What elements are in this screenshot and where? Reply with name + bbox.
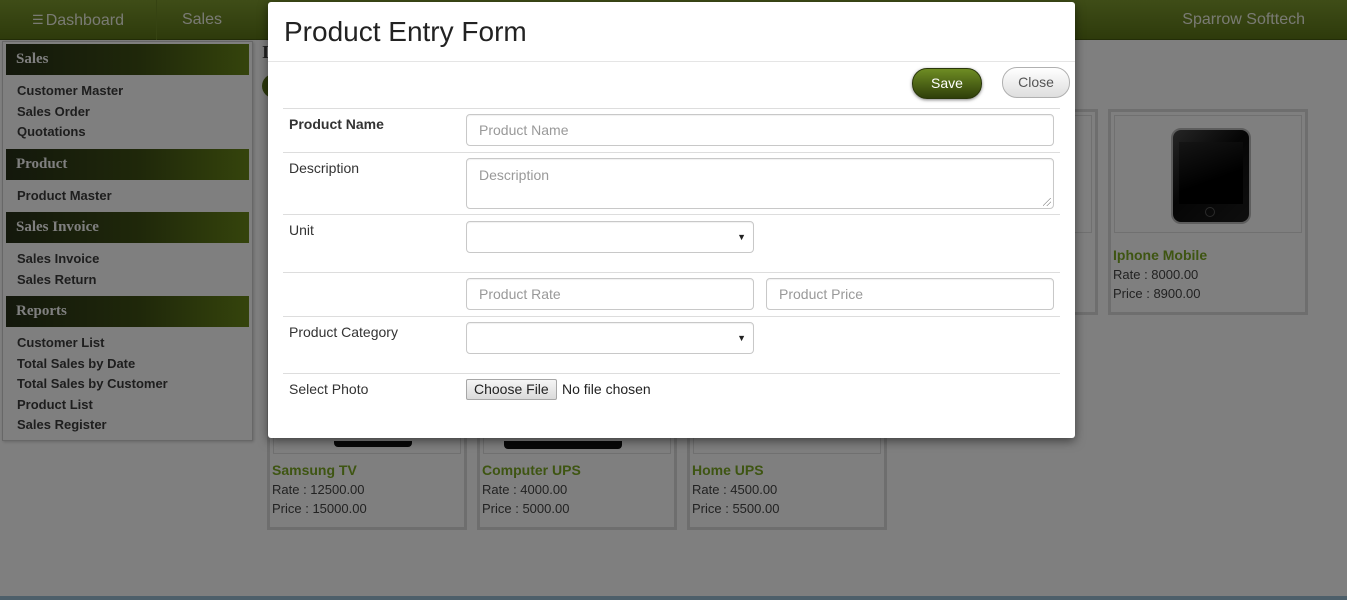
unit-label: Unit bbox=[289, 222, 314, 238]
resize-handle-icon[interactable] bbox=[1043, 198, 1051, 206]
description-textarea[interactable]: Description bbox=[466, 158, 1054, 209]
modal-header: Product Entry Form bbox=[268, 2, 1075, 62]
product-price-input[interactable]: Product Price bbox=[766, 278, 1054, 310]
dropdown-arrow-icon: ▼ bbox=[737, 232, 746, 242]
product-name-input[interactable]: Product Name bbox=[466, 114, 1054, 146]
unit-select[interactable]: ▼ bbox=[466, 221, 754, 253]
product-category-label: Product Category bbox=[289, 324, 398, 340]
choose-file-button[interactable]: Choose File bbox=[466, 379, 557, 400]
bottom-strip bbox=[0, 596, 1347, 600]
product-category-select[interactable]: ▼ bbox=[466, 322, 754, 354]
divider bbox=[283, 152, 1060, 153]
modal-title: Product Entry Form bbox=[284, 16, 527, 47]
product-entry-modal: Product Entry Form Save Close Product Na… bbox=[268, 2, 1075, 438]
divider bbox=[283, 316, 1060, 317]
product-rate-input[interactable]: Product Rate bbox=[466, 278, 754, 310]
description-placeholder: Description bbox=[479, 167, 550, 183]
divider bbox=[283, 272, 1060, 273]
select-photo-label: Select Photo bbox=[289, 381, 369, 397]
file-status: No file chosen bbox=[562, 381, 651, 397]
divider bbox=[283, 108, 1060, 109]
divider bbox=[283, 373, 1060, 374]
product-name-label: Product Name bbox=[289, 116, 384, 132]
close-button[interactable]: Close bbox=[1002, 67, 1070, 98]
save-button[interactable]: Save bbox=[912, 68, 982, 99]
description-label: Description bbox=[289, 160, 360, 176]
divider bbox=[283, 214, 1060, 215]
dropdown-arrow-icon: ▼ bbox=[737, 333, 746, 343]
